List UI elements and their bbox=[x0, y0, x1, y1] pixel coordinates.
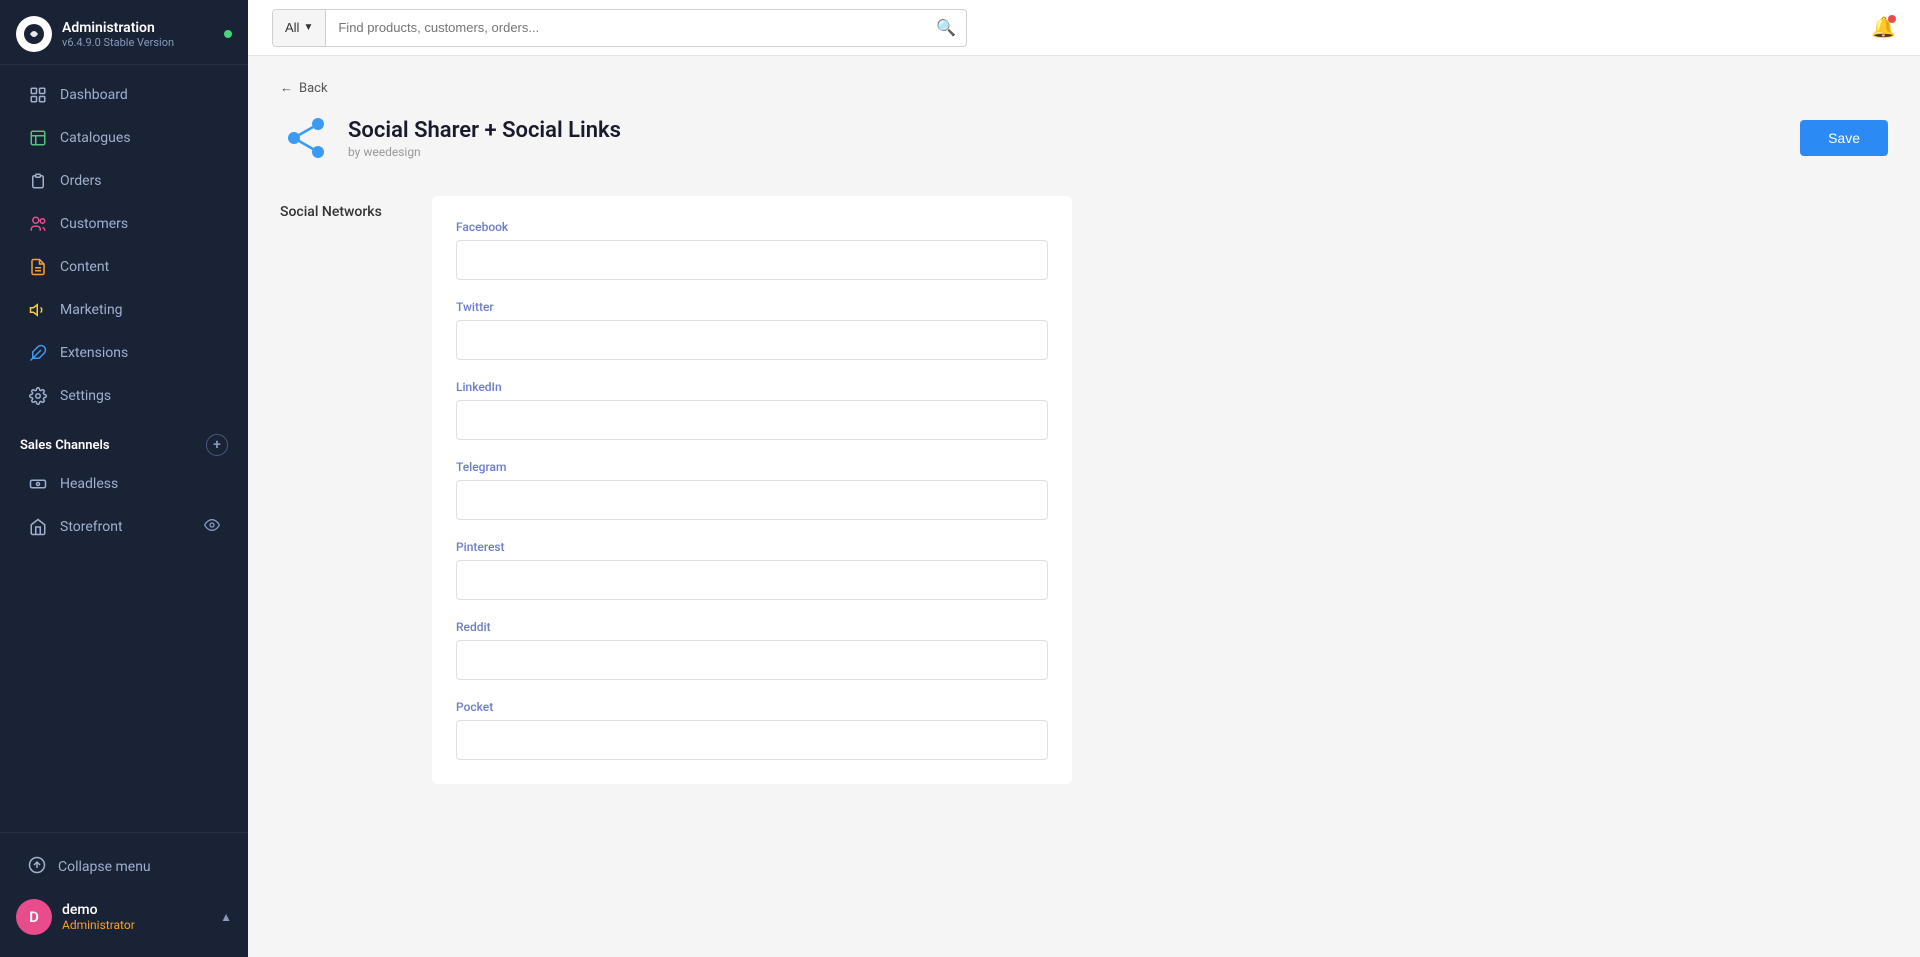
sidebar-item-customers[interactable]: Customers bbox=[8, 203, 240, 245]
avatar: D bbox=[16, 899, 52, 935]
storefront-eye-icon bbox=[204, 517, 220, 537]
search-bar: All ▼ 🔍 bbox=[272, 9, 967, 47]
search-icon: 🔍 bbox=[936, 20, 956, 37]
field-group-linkedin: LinkedIn bbox=[456, 380, 1048, 440]
page-header-left: Social Sharer + Social Links by weedesig… bbox=[280, 112, 621, 164]
collapse-label: Collapse menu bbox=[58, 859, 151, 875]
sidebar-item-catalogues[interactable]: Catalogues bbox=[8, 117, 240, 159]
sidebar-item-label-catalogues: Catalogues bbox=[60, 130, 131, 146]
app-logo bbox=[16, 16, 52, 52]
field-label-twitter: Twitter bbox=[456, 300, 1048, 314]
user-chevron-icon: ▲ bbox=[220, 910, 232, 924]
search-filter-button[interactable]: All ▼ bbox=[273, 10, 326, 46]
field-label-facebook: Facebook bbox=[456, 220, 1048, 234]
sidebar: Administration v6.4.9.0 Stable Version D… bbox=[0, 0, 248, 957]
customers-icon bbox=[28, 214, 48, 234]
app-name: Administration bbox=[62, 20, 214, 36]
sidebar-item-settings[interactable]: Settings bbox=[8, 375, 240, 417]
field-label-pinterest: Pinterest bbox=[456, 540, 1048, 554]
user-name: demo bbox=[62, 902, 210, 918]
topbar: All ▼ 🔍 🔔 bbox=[248, 0, 1920, 56]
field-label-pocket: Pocket bbox=[456, 700, 1048, 714]
catalogues-icon bbox=[28, 128, 48, 148]
sidebar-item-label-content: Content bbox=[60, 259, 109, 275]
field-group-twitter: Twitter bbox=[456, 300, 1048, 360]
field-input-linkedin[interactable] bbox=[456, 400, 1048, 440]
back-label: Back bbox=[299, 81, 328, 96]
sidebar-item-label-marketing: Marketing bbox=[60, 302, 123, 318]
add-channel-button[interactable]: + bbox=[206, 434, 228, 456]
filter-chevron-icon: ▼ bbox=[303, 22, 313, 33]
sidebar-item-headless[interactable]: Headless bbox=[8, 463, 240, 505]
sales-channels-label: Sales Channels bbox=[20, 438, 110, 453]
dashboard-icon bbox=[28, 85, 48, 105]
sales-channels-header: Sales Channels + bbox=[0, 418, 248, 462]
field-group-facebook: Facebook bbox=[456, 220, 1048, 280]
field-group-pocket: Pocket bbox=[456, 700, 1048, 760]
user-info[interactable]: D demo Administrator ▲ bbox=[0, 889, 248, 945]
field-label-telegram: Telegram bbox=[456, 460, 1048, 474]
page-header: Social Sharer + Social Links by weedesig… bbox=[280, 112, 1888, 164]
field-label-linkedin: LinkedIn bbox=[456, 380, 1048, 394]
field-group-pinterest: Pinterest bbox=[456, 540, 1048, 600]
sidebar-item-orders[interactable]: Orders bbox=[8, 160, 240, 202]
user-role: Administrator bbox=[62, 918, 210, 932]
form-layout: Social Networks Facebook Twitter LinkedI… bbox=[280, 196, 1888, 784]
sidebar-item-label-customers: Customers bbox=[60, 216, 128, 232]
sidebar-item-extensions[interactable]: Extensions bbox=[8, 332, 240, 374]
headless-icon bbox=[28, 474, 48, 494]
sidebar-item-storefront[interactable]: Storefront bbox=[8, 506, 240, 548]
plugin-title-group: Social Sharer + Social Links by weedesig… bbox=[348, 118, 621, 159]
content-icon bbox=[28, 257, 48, 277]
field-input-facebook[interactable] bbox=[456, 240, 1048, 280]
search-button[interactable]: 🔍 bbox=[926, 18, 966, 38]
collapse-icon bbox=[28, 856, 46, 878]
app-version: v6.4.9.0 Stable Version bbox=[62, 36, 214, 49]
app-info: Administration v6.4.9.0 Stable Version bbox=[62, 20, 214, 49]
sidebar-item-dashboard[interactable]: Dashboard bbox=[8, 74, 240, 116]
sidebar-item-label-headless: Headless bbox=[60, 476, 118, 492]
field-input-telegram[interactable] bbox=[456, 480, 1048, 520]
status-dot bbox=[224, 30, 232, 38]
back-link[interactable]: ← Back bbox=[280, 80, 1888, 96]
field-input-pocket[interactable] bbox=[456, 720, 1048, 760]
sidebar-item-marketing[interactable]: Marketing bbox=[8, 289, 240, 331]
sidebar-bottom: Collapse menu D demo Administrator ▲ bbox=[0, 832, 248, 957]
field-input-pinterest[interactable] bbox=[456, 560, 1048, 600]
back-arrow-icon: ← bbox=[280, 80, 293, 96]
page-title: Social Sharer + Social Links bbox=[348, 118, 621, 143]
sidebar-item-content[interactable]: Content bbox=[8, 246, 240, 288]
collapse-menu-item[interactable]: Collapse menu bbox=[8, 846, 240, 888]
field-input-reddit[interactable] bbox=[456, 640, 1048, 680]
orders-icon bbox=[28, 171, 48, 191]
storefront-icon bbox=[28, 517, 48, 537]
field-group-telegram: Telegram bbox=[456, 460, 1048, 520]
plugin-icon bbox=[280, 112, 332, 164]
sidebar-header: Administration v6.4.9.0 Stable Version bbox=[0, 0, 248, 65]
sidebar-item-label-settings: Settings bbox=[60, 388, 111, 404]
notification-badge bbox=[1888, 15, 1896, 23]
form-card: Facebook Twitter LinkedIn Telegram Pinte… bbox=[432, 196, 1072, 784]
page-subtitle: by weedesign bbox=[348, 145, 621, 159]
notification-button[interactable]: 🔔 bbox=[1871, 15, 1896, 40]
user-details: demo Administrator bbox=[62, 902, 210, 932]
field-group-reddit: Reddit bbox=[456, 620, 1048, 680]
search-input[interactable] bbox=[326, 10, 926, 46]
sidebar-nav: Dashboard Catalogues Orders Customers Co… bbox=[0, 65, 248, 832]
filter-label: All bbox=[285, 20, 299, 35]
sidebar-item-label-orders: Orders bbox=[60, 173, 102, 189]
save-button[interactable]: Save bbox=[1800, 120, 1888, 156]
main: All ▼ 🔍 🔔 ← Back bbox=[248, 0, 1920, 957]
settings-icon bbox=[28, 386, 48, 406]
content-area: ← Back Social Sharer + Social Links by w… bbox=[248, 56, 1920, 957]
field-label-reddit: Reddit bbox=[456, 620, 1048, 634]
sidebar-item-label-storefront: Storefront bbox=[60, 519, 123, 535]
field-input-twitter[interactable] bbox=[456, 320, 1048, 360]
sidebar-item-label-dashboard: Dashboard bbox=[60, 87, 128, 103]
section-label: Social Networks bbox=[280, 196, 400, 784]
sidebar-item-label-extensions: Extensions bbox=[60, 345, 128, 361]
marketing-icon bbox=[28, 300, 48, 320]
extensions-icon bbox=[28, 343, 48, 363]
